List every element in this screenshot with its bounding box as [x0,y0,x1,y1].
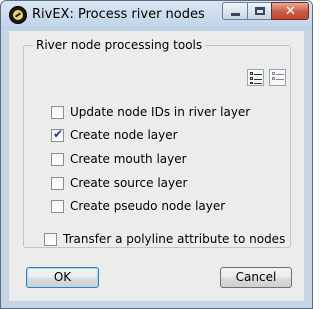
cancel-button[interactable]: Cancel [220,267,292,288]
option-label: Transfer a polyline attribute to nodes [63,232,286,246]
checkbox[interactable] [51,127,64,142]
checkbox[interactable] [51,106,64,119]
dialog-window: RivEX: Process river nodes ✕ River node … [0,0,313,309]
minimize-button[interactable] [222,2,248,20]
checkbox[interactable] [51,153,64,166]
close-icon: ✕ [285,4,296,19]
checkbox[interactable] [51,177,64,190]
node-tools-group: River node processing tools Update node … [23,38,291,248]
checkbox[interactable] [44,233,57,246]
maximize-button[interactable] [247,2,272,20]
select-none-button[interactable] [269,69,286,86]
dialog-body: River node processing tools Update node … [9,31,304,301]
option-label: Create node layer [70,128,178,142]
group-title: River node processing tools [33,38,206,52]
option-label: Create mouth layer [70,152,187,166]
ok-button[interactable]: OK [26,267,99,288]
option-label: Update node IDs in river layer [70,105,251,119]
close-button[interactable]: ✕ [271,2,309,20]
checkbox[interactable] [51,200,64,213]
rivex-logo-icon [9,6,27,24]
option-label: Create source layer [70,176,188,190]
minimize-icon [231,13,240,16]
title-bar[interactable]: RivEX: Process river nodes ✕ [1,1,312,30]
option-label: Create pseudo node layer [70,199,226,213]
select-all-button[interactable] [247,69,264,86]
maximize-icon [255,7,265,15]
window-title: RivEX: Process river nodes [32,7,205,22]
